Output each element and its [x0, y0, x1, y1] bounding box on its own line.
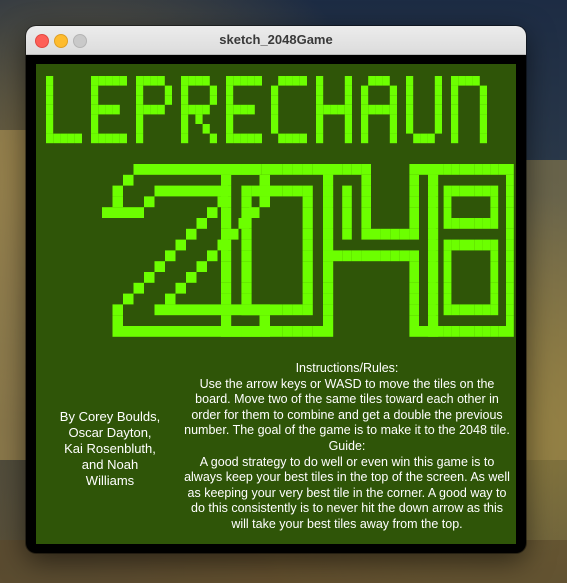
title-letter-n	[451, 76, 487, 144]
title-digit-4	[323, 164, 439, 337]
instructions-text: Instructions/Rules: Use the arrow keys or…	[181, 361, 513, 533]
game-canvas[interactable]: By Corey Boulds, Oscar Dayton, Kai Rosenbl…	[36, 64, 516, 544]
instructions-line: Instructions/Rules:	[295, 361, 399, 375]
title-letter-h	[316, 76, 352, 144]
instructions-line: will take your best tiles away from the …	[231, 516, 463, 531]
credits-text: By Corey Boulds, Oscar Dayton, Kai Rosenbl…	[50, 409, 170, 489]
instructions-line: always keep your best tiles in the top o…	[184, 470, 510, 485]
app-window: sketch_2048Game By Corey Boulds, Oscar Da…	[26, 26, 526, 553]
title-letter-p	[136, 76, 172, 144]
credits-line: By Corey Boulds,	[59, 409, 161, 424]
instructions-line: as keeping your very best tile in the co…	[187, 485, 507, 500]
title-letter-a	[361, 76, 397, 144]
instructions-line: board. Move two of the same tiles toward…	[195, 392, 499, 407]
title-letter-r	[181, 76, 217, 144]
title-bar[interactable]: sketch_2048Game	[26, 26, 526, 55]
credits-line: Kai Rosenbluth,	[64, 441, 156, 456]
credits-line: Williams	[85, 473, 135, 488]
title-letter-e	[91, 76, 127, 144]
instructions-line: A good strategy to do well or even win t…	[199, 454, 495, 469]
game-title-logo	[46, 76, 514, 337]
title-letter-c	[271, 76, 307, 144]
instructions-line: do this consistently is to never hit the…	[191, 501, 503, 516]
instructions-line: Use the arrow keys or WASD to move the t…	[199, 376, 495, 391]
title-letter-l	[46, 76, 82, 144]
instructions-line: order for them to combine and get a doub…	[191, 407, 503, 422]
instructions-line: number. The goal of the game is to make …	[184, 423, 510, 438]
credits-line: and Noah	[81, 457, 139, 472]
instructions-line: Guide:	[328, 438, 366, 453]
window-title: sketch_2048Game	[219, 32, 333, 47]
credits-line: Oscar Dayton,	[68, 425, 152, 440]
title-letter-e	[226, 76, 262, 144]
title-letter-u	[406, 76, 442, 144]
title-digit-8	[428, 164, 514, 337]
